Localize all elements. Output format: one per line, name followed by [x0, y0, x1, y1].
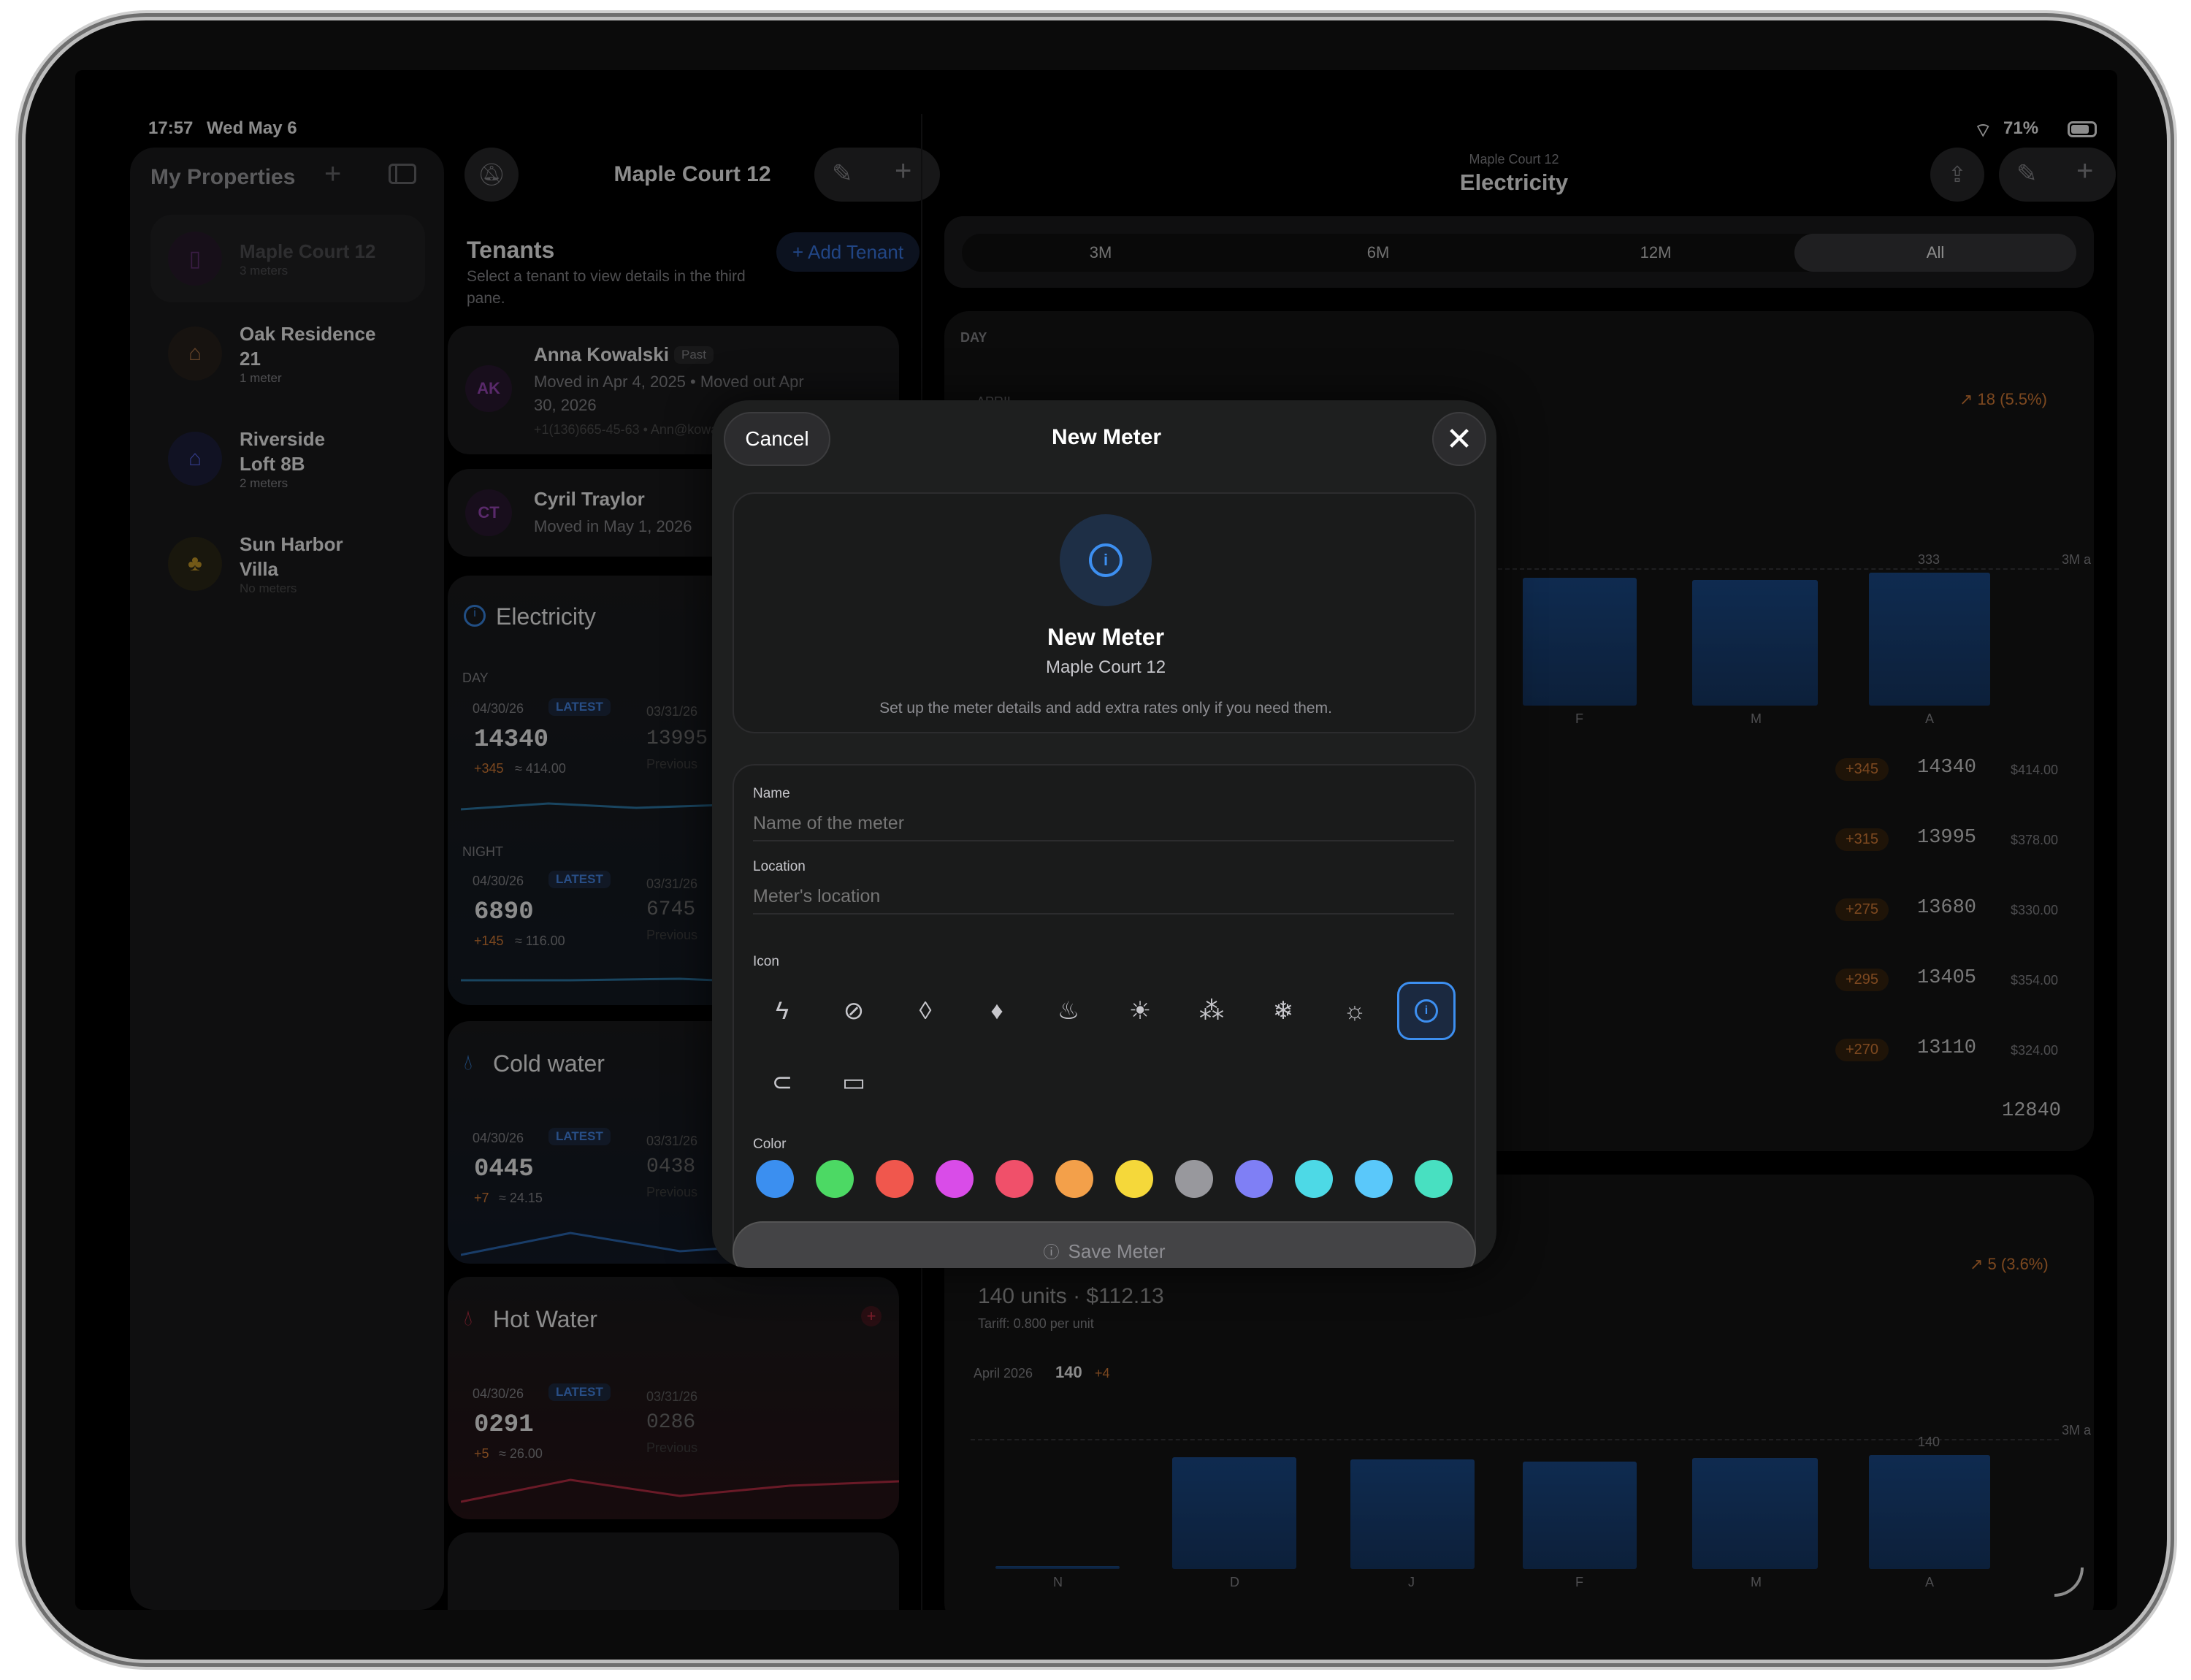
color-swatch[interactable]	[816, 1160, 854, 1198]
close-icon[interactable]: ✕	[1432, 412, 1486, 466]
thermometer-snow-icon[interactable]: ⁂	[1182, 982, 1241, 1040]
gauge-icon: i	[1060, 514, 1152, 606]
sun-icon[interactable]: ☼	[1326, 982, 1384, 1040]
location-label: Location	[753, 859, 806, 874]
color-swatch[interactable]	[1295, 1160, 1333, 1198]
snowflake-icon[interactable]: ❄	[1254, 982, 1312, 1040]
save-meter-button[interactable]: ⓘ Save Meter	[733, 1221, 1476, 1268]
color-swatch[interactable]	[1235, 1160, 1273, 1198]
preview-title: New Meter	[1047, 624, 1165, 650]
color-swatch[interactable]	[1175, 1160, 1213, 1198]
gauge-icon[interactable]: i	[1397, 982, 1456, 1040]
color-swatch[interactable]	[1055, 1160, 1093, 1198]
color-swatch[interactable]	[876, 1160, 914, 1198]
drop-outline-icon[interactable]: ◊	[896, 982, 955, 1040]
color-swatch[interactable]	[1415, 1160, 1453, 1198]
drop-icon[interactable]: ♦	[968, 982, 1026, 1040]
color-label: Color	[753, 1137, 787, 1152]
color-swatch[interactable]	[995, 1160, 1033, 1198]
plug-icon[interactable]: ⊂	[753, 1053, 811, 1112]
router-icon[interactable]: ▭	[825, 1053, 883, 1112]
preview-hint: Set up the meter details and add extra r…	[879, 700, 1332, 717]
save-label: Save Meter	[1068, 1240, 1166, 1262]
color-swatch[interactable]	[936, 1160, 974, 1198]
ipad-frame: 17:57 Wed May 6 ⌔ 71% My Properties + ▯ …	[26, 20, 2167, 1660]
new-meter-sheet: Cancel New Meter ✕ i New Meter Maple Cou…	[712, 400, 1496, 1268]
color-swatch[interactable]	[1115, 1160, 1153, 1198]
name-field[interactable]	[753, 806, 1454, 841]
info-icon: ⓘ	[1043, 1243, 1060, 1261]
bolt-icon[interactable]: ϟ	[753, 982, 811, 1040]
form-card: Name Location Icon ϟ ⊘ ◊ ♦ ♨ ☀ ⁂ ❄ ☼ i ⊂…	[733, 764, 1476, 1268]
preview-subtitle: Maple Court 12	[1045, 657, 1166, 677]
icon-label: Icon	[753, 954, 779, 969]
bolt-circle-icon[interactable]: ⊘	[825, 982, 883, 1040]
cancel-button[interactable]: Cancel	[724, 412, 830, 466]
screen: 17:57 Wed May 6 ⌔ 71% My Properties + ▯ …	[75, 70, 2117, 1610]
color-swatch[interactable]	[756, 1160, 794, 1198]
preview-card: i New Meter Maple Court 12 Set up the me…	[733, 492, 1476, 733]
sheet-title: New Meter	[1051, 425, 1162, 449]
name-label: Name	[753, 786, 790, 801]
thermometer-sun-icon[interactable]: ☀	[1111, 982, 1169, 1040]
location-field[interactable]	[753, 879, 1454, 915]
color-swatch[interactable]	[1355, 1160, 1393, 1198]
flame-icon[interactable]: ♨	[1039, 982, 1098, 1040]
